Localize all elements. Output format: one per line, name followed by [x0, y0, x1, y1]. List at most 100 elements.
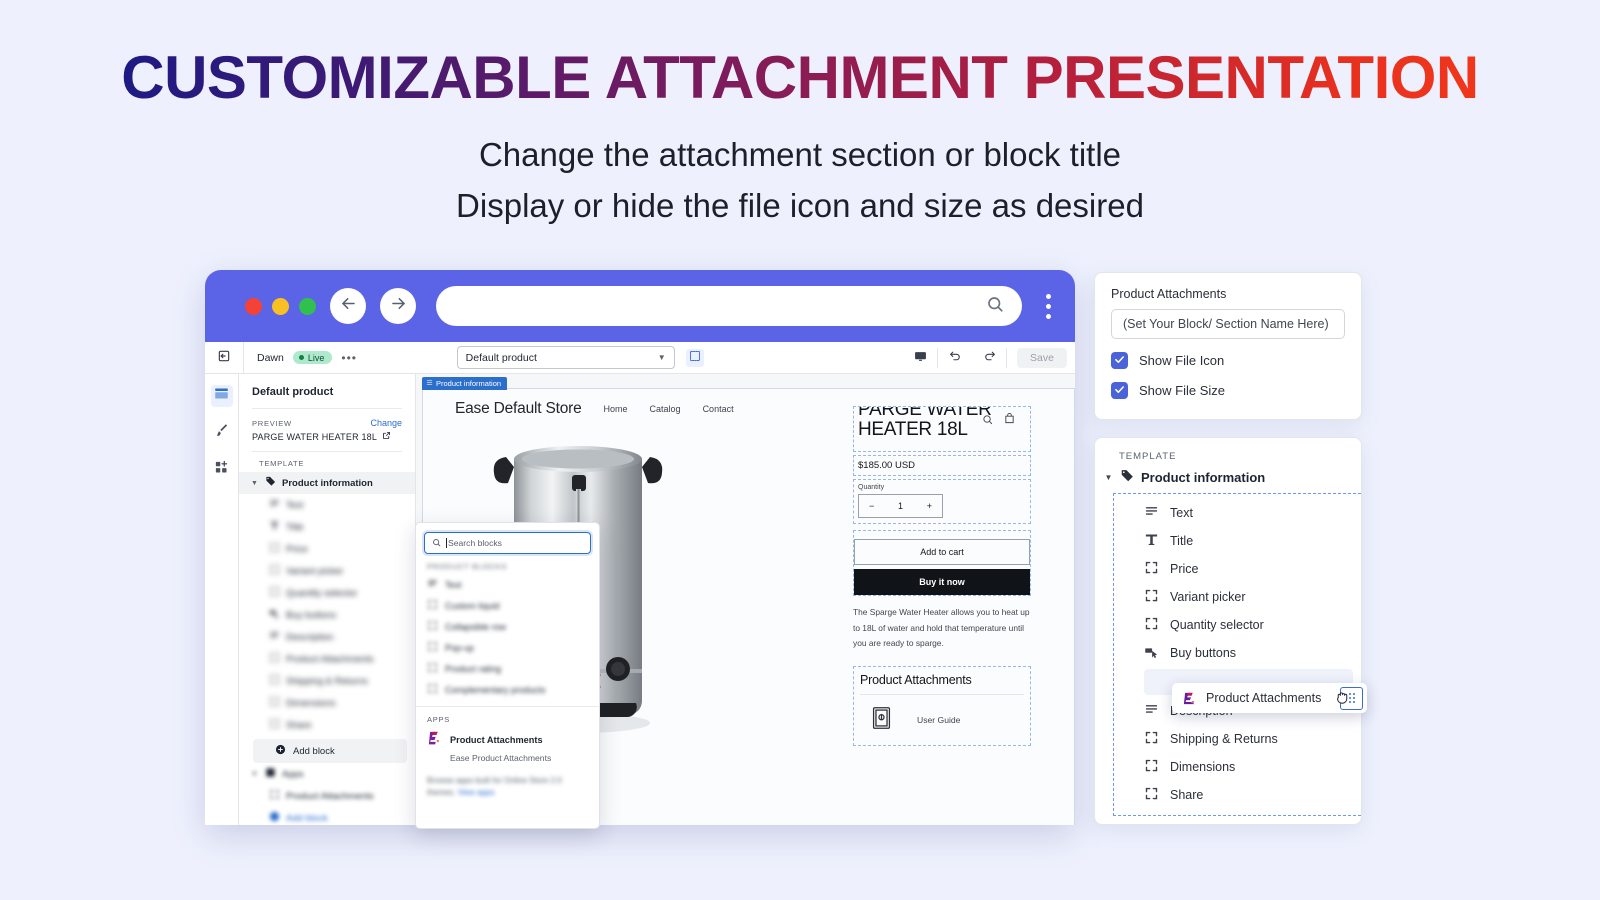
minimize-window-dot[interactable] [272, 297, 289, 315]
toolbar-right: Save [903, 342, 1075, 373]
toolbar-divider-2 [1006, 347, 1008, 368]
rail-item-theme-settings[interactable] [211, 422, 233, 444]
sidebar-block-item[interactable]: Description [239, 626, 415, 648]
grabbing-hand-cursor [1334, 689, 1351, 706]
rail-item-sections[interactable] [210, 385, 233, 407]
tree-section-product-information[interactable]: ▼ Product information [1095, 469, 1361, 493]
search-icon [986, 295, 1004, 318]
template-select-value: Default product [465, 351, 537, 364]
attachments-heading: Product Attachments [860, 672, 972, 687]
tree-item-text[interactable]: Text [1114, 499, 1361, 527]
sidebar-section-product-information[interactable]: ▼ Product information [239, 472, 415, 494]
url-input[interactable] [436, 286, 1022, 326]
chevron-down-icon[interactable]: ▼ [1104, 473, 1113, 482]
view-apps-link[interactable]: View apps [458, 788, 495, 797]
theme-name: Dawn [257, 351, 284, 364]
chevron-down-icon: ▼ [657, 353, 666, 362]
tag-icon [265, 476, 276, 490]
external-link-icon[interactable] [382, 431, 391, 442]
block-picker-item[interactable]: Complementary products [416, 679, 599, 700]
sidebar-block-item[interactable]: Quantity selector [239, 582, 415, 604]
block-name-input[interactable]: (Set Your Block/ Section Name Here) [1111, 309, 1345, 339]
product-description: The Sparge Water Heater allows you to he… [853, 607, 1030, 649]
sidebar-block-item[interactable]: Shipping & Returns [239, 670, 415, 692]
undo-button[interactable] [938, 350, 972, 366]
sidebar-block-item[interactable]: Dimensions [239, 692, 415, 714]
title-T-icon [1144, 532, 1159, 550]
tree-item-quantity-selector[interactable]: Quantity selector [1114, 611, 1361, 639]
tree-item-buy-buttons[interactable]: Buy buttons [1114, 639, 1361, 667]
sidebar-block-item[interactable]: Product Attachments [239, 648, 415, 670]
redo-button[interactable] [972, 350, 1006, 366]
nav-home[interactable]: Home [604, 404, 628, 414]
sidebar-block-item[interactable]: Text [239, 494, 415, 516]
exit-editor-button[interactable] [205, 342, 244, 373]
sidebar-block-item[interactable]: Share [239, 714, 415, 736]
plus-circle-icon [269, 811, 280, 825]
desktop-icon [914, 350, 927, 366]
block-picker-item[interactable]: Collapsible row [416, 616, 599, 637]
tree-item-share[interactable]: Share [1114, 781, 1361, 809]
sidebar-block-item[interactable]: Price [239, 538, 415, 560]
tree-item-variant-picker[interactable]: Variant picker [1114, 583, 1361, 611]
show-file-icon-row[interactable]: Show File Icon [1111, 352, 1345, 369]
sidebar-section-apps[interactable]: ▼ Apps [239, 763, 415, 785]
search-blocks-input[interactable]: Search blocks [424, 532, 591, 554]
close-window-dot[interactable] [245, 297, 262, 315]
store-cart-icon[interactable] [1004, 411, 1015, 424]
sidebar-block-item[interactable]: Buy buttons [239, 604, 415, 626]
show-file-size-checkbox[interactable] [1111, 382, 1128, 399]
block-brackets-icon [427, 620, 438, 633]
nav-catalog[interactable]: Catalog [650, 404, 681, 414]
ease-app-icon [427, 730, 442, 745]
theme-more-button[interactable]: ••• [341, 351, 357, 365]
block-brackets-icon [1144, 560, 1159, 578]
tree-children: Text Title Price Variant picker Quantity… [1113, 493, 1361, 816]
tree-item-price[interactable]: Price [1114, 555, 1361, 583]
quantity-stepper[interactable]: − 1 + [858, 494, 943, 518]
block-picker-group-label: Product blocks [427, 562, 508, 571]
rail-item-apps[interactable] [211, 459, 233, 481]
show-file-size-row[interactable]: Show File Size [1111, 382, 1345, 399]
sidebar-block-item[interactable]: Product Attachments [239, 785, 415, 807]
change-preview-link[interactable]: Change [370, 418, 402, 428]
template-select[interactable]: Default product ▼ [456, 346, 675, 369]
store-search-icon[interactable] [982, 412, 993, 425]
editor-toolbar: Dawn Live ••• Default product ▼ Save [205, 342, 1075, 374]
quantity-decrement[interactable]: − [869, 501, 874, 511]
sidebar-block-item[interactable]: Title [239, 516, 415, 538]
product-attachments-block: Product Attachments User Guide [853, 665, 1031, 746]
app-block-item[interactable]: Product Attachments Ease Product Attachm… [416, 727, 599, 766]
sidebar-add-block-link[interactable]: Add block [239, 807, 415, 825]
sidebar-block-item[interactable]: Variant picker [239, 560, 415, 582]
buy-it-now-button[interactable]: Buy it now [854, 569, 1030, 595]
forward-button[interactable] [380, 288, 416, 324]
tree-item-dimensions[interactable]: Dimensions [1114, 753, 1361, 781]
add-block-button[interactable]: Add block [253, 739, 407, 763]
back-button[interactable] [330, 288, 366, 324]
block-picker-item[interactable]: Pop-up [416, 637, 599, 658]
block-picker-item[interactable]: Text [416, 574, 599, 595]
status-badge: Live [292, 351, 333, 364]
block-brackets-icon [427, 683, 438, 696]
tree-item-title[interactable]: Title [1114, 527, 1361, 555]
inspector-button[interactable] [685, 348, 704, 367]
text-lines-icon [427, 578, 438, 591]
maximize-window-dot[interactable] [299, 297, 316, 315]
block-brackets-icon [269, 674, 280, 688]
text-lines-icon [269, 630, 280, 644]
save-button[interactable]: Save [1017, 347, 1067, 368]
app-block-name: Product Attachments [450, 735, 543, 745]
block-picker-item[interactable]: Custom liquid [416, 595, 599, 616]
block-picker-item[interactable]: Product rating [416, 658, 599, 679]
nav-contact[interactable]: Contact [703, 404, 734, 414]
show-file-icon-checkbox[interactable] [1111, 352, 1128, 369]
attachment-row[interactable]: User Guide [860, 693, 1024, 735]
tree-item-shipping-returns[interactable]: Shipping & Returns [1114, 725, 1361, 753]
preview-block: PREVIEW Change PARGE WATER HEATER 18L [239, 409, 415, 451]
section-tab-product-information[interactable]: Product information [422, 377, 508, 390]
kebab-menu-icon[interactable] [1042, 293, 1059, 319]
add-to-cart-button[interactable]: Add to cart [854, 539, 1030, 565]
quantity-increment[interactable]: + [927, 501, 932, 511]
device-preview-button[interactable] [903, 350, 937, 366]
